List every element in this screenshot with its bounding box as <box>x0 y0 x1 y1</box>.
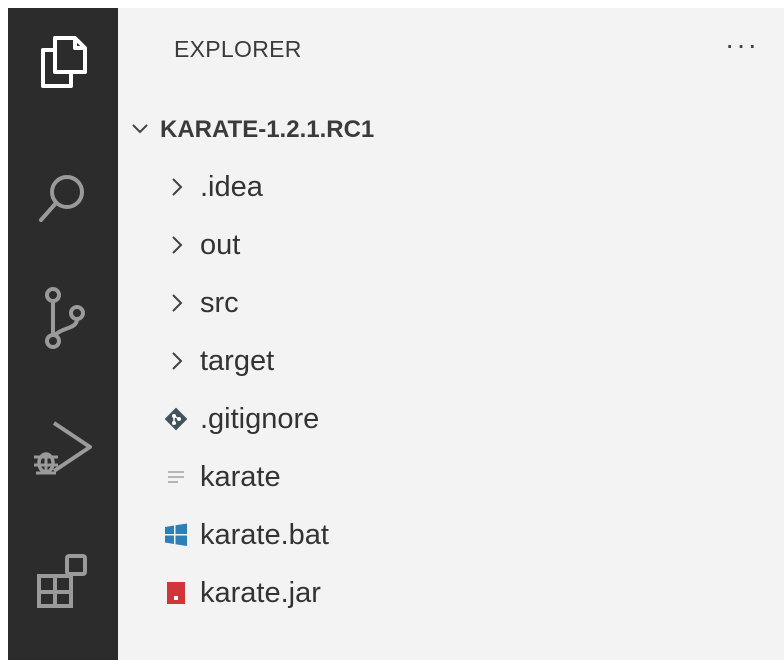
explorer-icon[interactable] <box>8 22 118 102</box>
tree-item-label: target <box>200 344 275 377</box>
explorer-sidebar: EXPLORER ··· KARATE-1.2.1.RC1 .idea out <box>118 8 784 660</box>
extensions-icon[interactable] <box>8 540 118 620</box>
tree-folder-src[interactable]: src <box>162 281 239 325</box>
git-file-icon <box>162 405 190 433</box>
windows-file-icon <box>162 521 190 549</box>
tree-file-karate-bat[interactable]: karate.bat <box>162 513 329 557</box>
chevron-down-icon <box>130 118 150 143</box>
tree-item-label: src <box>200 286 239 319</box>
activity-bar <box>8 8 118 660</box>
tree-item-label: .gitignore <box>200 402 320 435</box>
tree-item-label: .idea <box>200 170 263 203</box>
sidebar-title: EXPLORER <box>174 36 302 62</box>
tree-file-karate[interactable]: karate <box>162 455 281 499</box>
tree-file-karate-jar[interactable]: karate.jar <box>162 571 321 615</box>
tree-item-label: out <box>200 228 241 261</box>
tree-item-label: karate.jar <box>200 576 321 609</box>
run-debug-icon[interactable] <box>8 408 118 488</box>
chevron-right-icon <box>162 173 190 201</box>
chevron-right-icon <box>162 231 190 259</box>
chevron-right-icon <box>162 289 190 317</box>
tree-folder-idea[interactable]: .idea <box>162 165 263 209</box>
vscode-window: EXPLORER ··· KARATE-1.2.1.RC1 .idea out <box>0 0 784 660</box>
tree-file-gitignore[interactable]: .gitignore <box>162 397 319 441</box>
ellipsis-icon: ··· <box>725 29 759 60</box>
text-file-icon <box>162 463 190 491</box>
jar-file-icon <box>162 579 190 607</box>
chevron-right-icon <box>162 347 190 375</box>
workspace-root-label: KARATE-1.2.1.RC1 <box>160 116 375 143</box>
workspace-root-folder[interactable]: KARATE-1.2.1.RC1 <box>130 110 374 150</box>
source-control-icon[interactable] <box>8 278 118 358</box>
tree-folder-out[interactable]: out <box>162 223 240 267</box>
tree-folder-target[interactable]: target <box>162 339 274 383</box>
search-icon[interactable] <box>8 158 118 238</box>
tree-item-label: karate.bat <box>200 518 329 551</box>
more-actions-button[interactable]: ··· <box>722 30 762 60</box>
tree-item-label: karate <box>200 460 281 493</box>
